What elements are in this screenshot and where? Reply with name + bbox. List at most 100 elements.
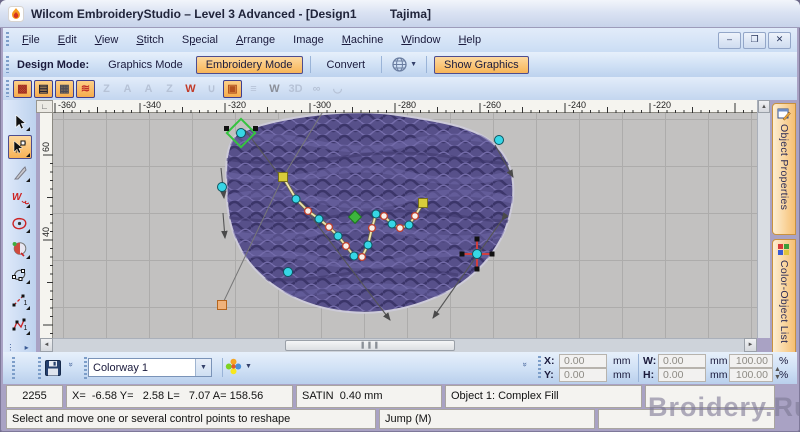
minimize-button[interactable]: – bbox=[718, 31, 741, 49]
tab-color-object-list[interactable]: Color-Object List bbox=[772, 239, 796, 361]
vertical-scrollbar[interactable]: ▲ bbox=[757, 100, 770, 338]
color-object-list-icon bbox=[778, 244, 789, 255]
window-title: Wilcom EmbroideryStudio – Level 3 Advanc… bbox=[31, 6, 431, 21]
graphics-mode-button[interactable]: Graphics Mode bbox=[99, 57, 192, 73]
show-graphics-button[interactable]: Show Graphics bbox=[434, 55, 529, 74]
contour-lines-icon[interactable]: ≡ bbox=[244, 80, 263, 98]
pattern-fill-icon[interactable]: ▣ bbox=[223, 79, 242, 98]
convert-button[interactable]: Convert bbox=[318, 57, 375, 73]
tab-scroll-arrows[interactable]: ▲ ▼ bbox=[774, 366, 781, 382]
open-line-tool[interactable]: 1 bbox=[8, 288, 32, 311]
program-split-icon[interactable]: ▦ bbox=[55, 79, 74, 98]
chevron-down-icon[interactable]: ▼ bbox=[195, 359, 211, 376]
stitch-run-tool[interactable]: W bbox=[8, 186, 32, 209]
pointer-position: X= -6.58 Y= 2.58 L= 7.07 A= 158.56 bbox=[66, 385, 293, 408]
zigzag-stitch-icon[interactable]: Z bbox=[97, 80, 116, 98]
run-stitch-w-icon[interactable]: W bbox=[181, 80, 200, 98]
select-tool[interactable] bbox=[8, 110, 32, 133]
stitch-count: 2255 bbox=[6, 385, 63, 408]
ruler-origin-button[interactable]: ∟ bbox=[36, 100, 53, 113]
effect-3d-icon[interactable]: 3D bbox=[286, 80, 305, 98]
toolbar-grip[interactable] bbox=[6, 55, 9, 74]
menu-machine[interactable]: Machine bbox=[333, 31, 393, 49]
x-input[interactable]: 0.00 bbox=[559, 354, 607, 368]
colorway-palette-button[interactable]: ▼ bbox=[225, 358, 252, 375]
y-label: Y: bbox=[544, 369, 554, 381]
menu-edit[interactable]: Edit bbox=[49, 31, 86, 49]
cross-stitch-fill-icon[interactable]: ▩ bbox=[13, 79, 32, 98]
toolbar-grip[interactable] bbox=[6, 31, 9, 49]
menu-stitch[interactable]: Stitch bbox=[127, 31, 173, 49]
reshape-object-tool[interactable] bbox=[8, 263, 32, 286]
backstitch-icon[interactable]: ∪ bbox=[202, 80, 221, 98]
design-mode-toolbar: Design Mode: Graphics Mode Embroidery Mo… bbox=[3, 52, 797, 78]
toolbar-grip[interactable] bbox=[538, 356, 541, 380]
mdi-window-buttons: – ❐ ✕ bbox=[718, 31, 791, 49]
tab-object-properties[interactable]: Object Properties bbox=[772, 103, 796, 235]
svg-text:-360: -360 bbox=[58, 100, 76, 110]
zigzag-stitch-icon: Z bbox=[103, 82, 110, 95]
glasses-icon[interactable]: ∞ bbox=[307, 80, 326, 98]
applique-a-icon[interactable]: A bbox=[118, 80, 137, 98]
design-canvas[interactable] bbox=[53, 113, 757, 338]
object-properties-icon bbox=[777, 108, 791, 121]
exit-point-handle bbox=[418, 198, 428, 208]
satin-fill-icon: ≋ bbox=[80, 83, 91, 95]
application-window: Wilcom EmbroideryStudio – Level 3 Advanc… bbox=[0, 0, 800, 432]
w-input[interactable]: 0.00 bbox=[658, 354, 706, 368]
hint-text: Select and move one or several control p… bbox=[6, 409, 376, 429]
embroidery-mode-button[interactable]: Embroidery Mode bbox=[195, 55, 303, 74]
palette-icon bbox=[225, 358, 242, 375]
hatch-fill-icon[interactable]: W bbox=[265, 80, 284, 98]
hoop-globe-button[interactable]: ▼ bbox=[387, 54, 421, 75]
scroll-left-icon[interactable]: ◄ bbox=[40, 338, 53, 352]
svg-text:60: 60 bbox=[41, 142, 51, 152]
toolbar-grip[interactable] bbox=[84, 357, 87, 379]
knife-tool[interactable] bbox=[8, 161, 32, 184]
scroll-up-icon[interactable]: ▲ bbox=[758, 100, 770, 113]
satin-fill-icon[interactable]: ≋ bbox=[76, 79, 95, 98]
closed-object-tool[interactable] bbox=[8, 212, 32, 235]
scroll-right-icon[interactable]: ► bbox=[744, 338, 757, 352]
effect-3d-icon: 3D bbox=[288, 82, 303, 95]
menu-help[interactable]: Help bbox=[449, 31, 490, 49]
toolbar-overflow-chevron[interactable]: » bbox=[521, 362, 530, 366]
toolbar-overflow-chevron[interactable]: » bbox=[67, 362, 76, 366]
h-input[interactable]: 0.00 bbox=[658, 368, 706, 382]
toolbar-grip[interactable] bbox=[6, 80, 9, 97]
save-colorway-button[interactable] bbox=[41, 356, 65, 380]
scrollbar-thumb[interactable]: ❚❚❚ bbox=[285, 340, 455, 351]
edge-node bbox=[494, 135, 504, 145]
complex-fill-tool[interactable] bbox=[8, 237, 32, 260]
restore-button[interactable]: ❐ bbox=[743, 31, 766, 49]
menu-file[interactable]: File bbox=[13, 31, 49, 49]
selected-object-info: Object 1: Complex Fill bbox=[445, 385, 642, 408]
close-button[interactable]: ✕ bbox=[768, 31, 791, 49]
scale-x-input[interactable]: 100.00 bbox=[729, 354, 773, 368]
tatami-fill-icon[interactable]: ▤ bbox=[34, 79, 53, 98]
toolbox-overflow-grip[interactable]: ⋮ ▸ bbox=[6, 343, 32, 352]
flexi-split-icon[interactable]: Z bbox=[160, 80, 179, 98]
svg-text:-220: -220 bbox=[653, 100, 671, 110]
closed-line-tool[interactable]: 1 bbox=[8, 314, 32, 337]
toolbar-grip[interactable] bbox=[12, 357, 15, 379]
basket-icon[interactable]: ◡ bbox=[328, 80, 347, 98]
horizontal-scrollbar[interactable]: ❚❚❚ bbox=[53, 338, 744, 352]
svg-text:-320: -320 bbox=[228, 100, 246, 110]
menu-special[interactable]: Special bbox=[173, 31, 227, 49]
scale-y-input[interactable]: 100.00 bbox=[729, 368, 773, 382]
direction-arrow bbox=[221, 212, 228, 240]
menu-image[interactable]: Image bbox=[284, 31, 333, 49]
reshape-tool[interactable] bbox=[7, 135, 32, 159]
mm-unit: mm bbox=[613, 369, 631, 381]
y-input[interactable]: 0.00 bbox=[559, 368, 607, 382]
menu-window[interactable]: Window bbox=[392, 31, 449, 49]
applique-a-outline-icon[interactable]: A bbox=[139, 80, 158, 98]
menu-arrange[interactable]: Arrange bbox=[227, 31, 284, 49]
menu-view[interactable]: View bbox=[86, 31, 128, 49]
closed-line-icon: 1 bbox=[12, 318, 28, 332]
toolbox: W 1 1 ⋮ ▸ bbox=[3, 100, 36, 352]
colorway-select[interactable]: Colorway 1 ▼ bbox=[88, 358, 212, 377]
colorway-toolbar: » Colorway 1 ▼ ▼ » X: 0.00 mm W: 0.00 mm… bbox=[3, 352, 797, 384]
closed-shape-icon bbox=[12, 217, 27, 230]
